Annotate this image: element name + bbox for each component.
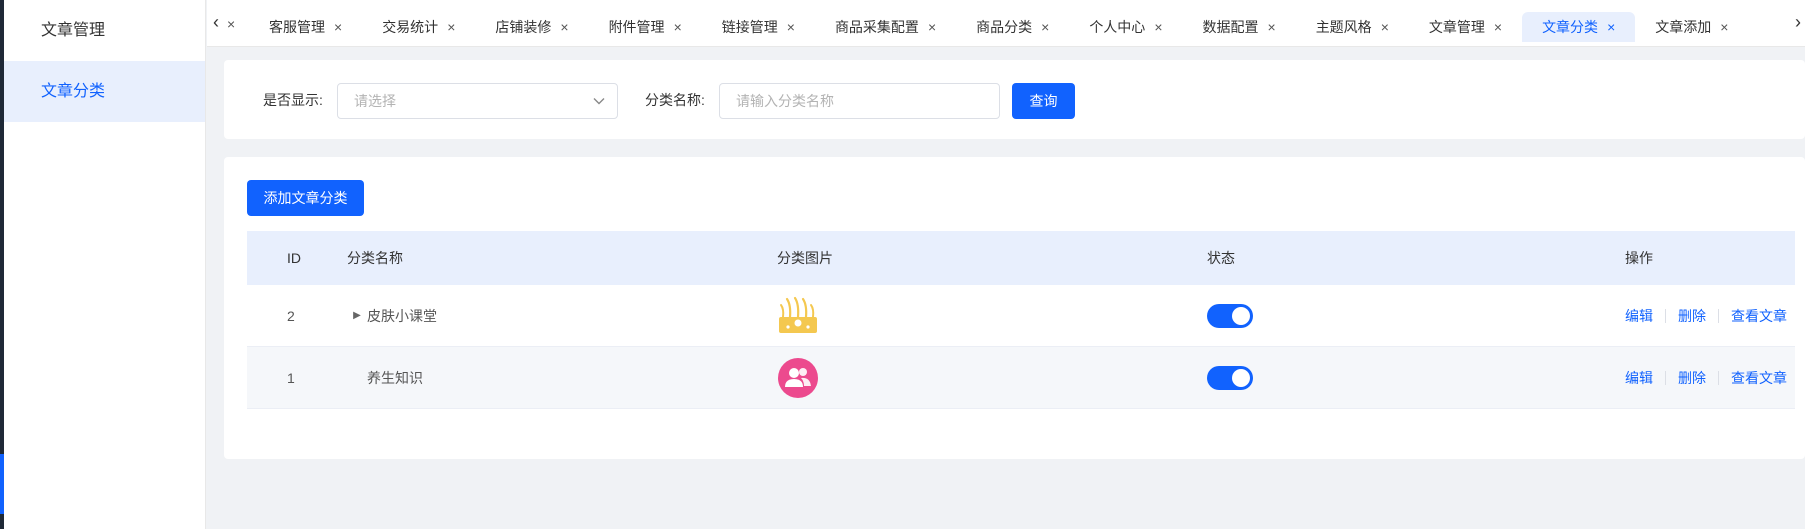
tab-customer-service[interactable]: 客服管理 ×: [249, 12, 362, 42]
expand-caret-icon[interactable]: ▶: [347, 310, 367, 321]
close-icon[interactable]: ×: [227, 16, 235, 32]
column-header-image: 分类图片: [777, 250, 833, 266]
toggle-knob: [1232, 306, 1250, 325]
ops-divider: [1718, 308, 1719, 323]
ops-divider: [1665, 308, 1666, 323]
skin-hair-icon: [779, 296, 817, 333]
tab-label: 交易统计: [382, 19, 439, 35]
category-table-panel: 添加文章分类 ID 分类名称 分类图片 状态 操作 2 ▶ 皮肤小课堂 编辑 删…: [224, 157, 1805, 459]
row-image-cell: [777, 357, 1207, 399]
close-icon[interactable]: ×: [1720, 19, 1728, 35]
toggle-knob: [1232, 368, 1250, 387]
tab-product-category[interactable]: 商品分类 ×: [956, 12, 1069, 42]
sidebar-item-label: 文章分类: [41, 83, 106, 100]
row-ops: 编辑 删除 查看文章: [1625, 368, 1795, 388]
show-select[interactable]: 请选择: [337, 83, 618, 119]
tab-label: 链接管理: [721, 19, 778, 35]
table-header: ID 分类名称 分类图片 状态 操作: [247, 231, 1795, 285]
tabs-bar: ‹ × 客服管理 × 交易统计 × 店铺装修 × 附件管理 × 链接管理 × 商品采集配置…: [207, 0, 1805, 47]
ops-divider: [1665, 370, 1666, 385]
view-articles-link[interactable]: 查看文章: [1731, 368, 1787, 388]
delete-link[interactable]: 删除: [1678, 368, 1706, 388]
tab-attachments[interactable]: 附件管理 ×: [589, 12, 702, 42]
close-icon[interactable]: ×: [334, 19, 342, 35]
close-icon[interactable]: ×: [560, 19, 568, 35]
tab-label: 文章分类: [1542, 19, 1599, 35]
chevron-right-icon[interactable]: ›: [1791, 12, 1805, 32]
status-toggle[interactable]: [1207, 365, 1253, 390]
row-name: 养生知识: [367, 369, 423, 386]
tab-article-manage[interactable]: 文章管理 ×: [1409, 12, 1522, 42]
row-id: 1: [287, 369, 295, 386]
close-icon[interactable]: ×: [1494, 19, 1502, 35]
sidebar-item-article-manage[interactable]: 文章管理: [4, 0, 205, 61]
tab-label: 商品分类: [976, 19, 1033, 35]
add-category-button[interactable]: 添加文章分类: [247, 180, 364, 216]
close-icon[interactable]: ×: [674, 19, 682, 35]
close-icon[interactable]: ×: [1154, 19, 1162, 35]
tab-label: 附件管理: [608, 19, 665, 35]
delete-link[interactable]: 删除: [1678, 306, 1706, 326]
edit-link[interactable]: 编辑: [1625, 306, 1653, 326]
show-select-placeholder: 请选择: [354, 93, 396, 109]
close-icon[interactable]: ×: [1041, 19, 1049, 35]
name-search-input[interactable]: [719, 83, 1000, 119]
tab-trade-stats[interactable]: 交易统计 ×: [362, 12, 475, 42]
ops-divider: [1718, 370, 1719, 385]
query-button[interactable]: 查询: [1012, 83, 1075, 119]
close-icon[interactable]: ×: [1268, 19, 1276, 35]
tab-product-collect[interactable]: 商品采集配置 ×: [815, 12, 956, 42]
column-header-status: 状态: [1207, 250, 1235, 266]
row-name-cell: ▶ 皮肤小课堂: [347, 306, 777, 326]
row-image-cell: [777, 295, 1207, 337]
chevron-left-icon[interactable]: ‹: [209, 12, 223, 32]
sidebar-item-label: 文章管理: [41, 22, 106, 39]
show-filter-label: 是否显示:: [263, 92, 323, 108]
tab-theme[interactable]: 主题风格 ×: [1296, 12, 1409, 42]
sidebar: 文章管理 文章分类: [4, 0, 206, 529]
close-icon[interactable]: ×: [1381, 19, 1389, 35]
tab-label: 数据配置: [1202, 19, 1259, 35]
category-table: ID 分类名称 分类图片 状态 操作 2 ▶ 皮肤小课堂 编辑 删除 查看文章 …: [247, 231, 1795, 409]
column-header-name: 分类名称: [347, 250, 403, 266]
tab-article-add[interactable]: 文章添加 ×: [1635, 12, 1748, 42]
tab-label: 个人中心: [1089, 19, 1146, 35]
close-icon[interactable]: ×: [447, 19, 455, 35]
row-status-cell: [1207, 365, 1625, 390]
close-icon[interactable]: ×: [787, 19, 795, 35]
view-articles-link[interactable]: 查看文章: [1731, 306, 1787, 326]
tab-links[interactable]: 链接管理 ×: [702, 12, 815, 42]
row-name: 皮肤小课堂: [367, 307, 437, 324]
column-header-ops: 操作: [1625, 250, 1653, 266]
row-status-cell: [1207, 303, 1625, 328]
tab-data-config[interactable]: 数据配置 ×: [1183, 12, 1296, 42]
tab-shop-decoration[interactable]: 店铺装修 ×: [475, 12, 588, 42]
row-id: 2: [287, 307, 295, 324]
row-name-cell: 养生知识: [347, 368, 777, 388]
tab-label: 商品采集配置: [834, 19, 919, 35]
column-header-id: ID: [287, 250, 301, 266]
tab-personal-center[interactable]: 个人中心 ×: [1069, 12, 1182, 42]
tab-label: 店铺装修: [495, 19, 552, 35]
name-filter-label: 分类名称:: [645, 92, 705, 108]
tab-label: 客服管理: [269, 19, 325, 35]
filter-panel: 是否显示: 请选择 分类名称: 查询: [224, 60, 1805, 139]
tab-label: 主题风格: [1315, 19, 1372, 35]
row-ops: 编辑 删除 查看文章: [1625, 306, 1795, 326]
close-icon[interactable]: ×: [928, 19, 936, 35]
table-row: 1 养生知识 编辑 删除 查看文章: [247, 347, 1795, 409]
chevron-down-icon: [593, 98, 605, 105]
status-toggle[interactable]: [1207, 303, 1253, 328]
table-row: 2 ▶ 皮肤小课堂 编辑 删除 查看文章: [247, 285, 1795, 347]
sidebar-item-article-category[interactable]: 文章分类: [4, 61, 205, 122]
close-icon[interactable]: ×: [1607, 19, 1615, 35]
tab-label: 文章添加: [1655, 19, 1712, 35]
tab-article-category[interactable]: 文章分类 ×: [1522, 12, 1636, 42]
edit-link[interactable]: 编辑: [1625, 368, 1653, 388]
tab-strip: 客服管理 × 交易统计 × 店铺装修 × 附件管理 × 链接管理 × 商品采集配置 × 商品…: [249, 12, 1748, 46]
tab-label: 文章管理: [1428, 19, 1485, 35]
users-circle-icon: [778, 357, 818, 398]
